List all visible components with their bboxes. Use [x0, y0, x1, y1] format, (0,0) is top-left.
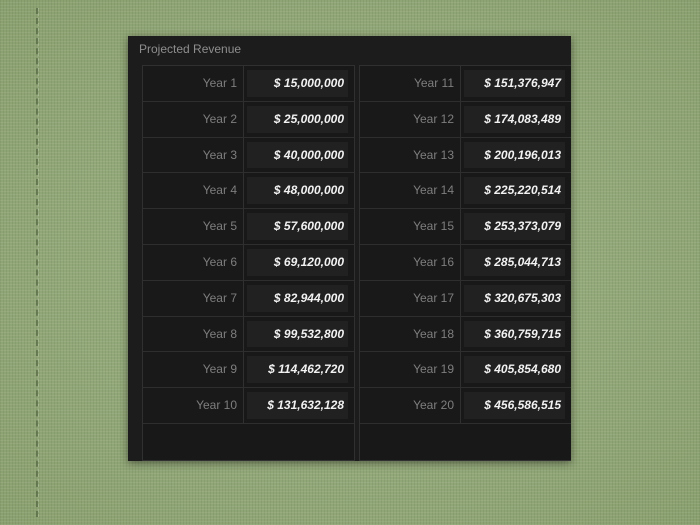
revenue-value-field[interactable]: $ 99,532,800 [247, 320, 348, 348]
year-label: Year 2 [143, 101, 244, 137]
year-label: Year 16 [360, 245, 461, 280]
table-row: Year 12 $ 174,083,489 [360, 101, 571, 138]
table-row: Year 11 $ 151,376,947 [360, 66, 571, 102]
table-row: Year 15 $ 253,373,079 [360, 209, 571, 245]
table-row: Year 3 $ 40,000,000 [143, 137, 354, 174]
year-label: Year 18 [360, 316, 461, 352]
panel-title: Projected Revenue [139, 42, 242, 56]
revenue-value-field[interactable]: $ 48,000,000 [247, 177, 348, 205]
revenue-value-field[interactable]: $ 360,759,715 [464, 320, 565, 348]
table-row: Year 13 $ 200,196,013 [360, 137, 571, 174]
table-row: Year 16 $ 285,044,713 [360, 245, 571, 281]
revenue-value-field[interactable]: $ 15,000,000 [247, 70, 348, 97]
year-label: Year 19 [360, 352, 461, 388]
table-row: Year 20 $ 456,586,515 [360, 388, 571, 424]
revenue-table-years-11-20: Year 11 $ 151,376,947 Year 12 $ 174,083,489… [359, 65, 571, 461]
table-row: Year 6 $ 69,120,000 [143, 245, 354, 281]
revenue-value-field[interactable]: $ 82,944,000 [247, 284, 348, 312]
revenue-value-field[interactable]: $ 57,600,000 [247, 213, 348, 240]
table-row: Year 9 $ 114,462,720 [143, 352, 354, 389]
revenue-value-field[interactable]: $ 131,632,128 [247, 392, 348, 419]
projected-revenue-panel: Projected Revenue Year 1 $ 15,000,000 Year… [128, 36, 571, 461]
year-label: Year 17 [360, 280, 461, 316]
table-row: Year 19 $ 405,854,680 [360, 352, 571, 389]
year-label: Year 10 [143, 388, 244, 423]
table-row: Year 4 $ 48,000,000 [143, 173, 354, 210]
revenue-value-field[interactable]: $ 456,586,515 [464, 392, 565, 419]
year-label: Year 7 [143, 280, 244, 316]
revenue-value-field[interactable]: $ 151,376,947 [464, 70, 565, 97]
revenue-value-field[interactable]: $ 114,462,720 [247, 356, 348, 384]
revenue-value-field[interactable]: $ 40,000,000 [247, 141, 348, 169]
revenue-value-field[interactable]: $ 320,675,303 [464, 284, 565, 312]
year-label: Year 9 [143, 352, 244, 388]
year-label: Year 20 [360, 388, 461, 423]
year-label: Year 8 [143, 316, 244, 352]
year-label: Year 14 [360, 173, 461, 209]
table-row: Year 17 $ 320,675,303 [360, 280, 571, 317]
year-label: Year 6 [143, 245, 244, 280]
revenue-value-field[interactable]: $ 174,083,489 [464, 105, 565, 133]
revenue-value-field[interactable]: $ 69,120,000 [247, 249, 348, 276]
table-row: Year 7 $ 82,944,000 [143, 280, 354, 317]
table-row: Year 2 $ 25,000,000 [143, 101, 354, 138]
revenue-value-field[interactable]: $ 405,854,680 [464, 356, 565, 384]
year-label: Year 11 [360, 66, 461, 101]
year-label: Year 15 [360, 209, 461, 244]
table-row: Year 14 $ 225,220,514 [360, 173, 571, 210]
stitch-highlight [38, 8, 39, 517]
table-row: Year 5 $ 57,600,000 [143, 209, 354, 245]
year-label: Year 4 [143, 173, 244, 209]
year-label: Year 13 [360, 137, 461, 173]
revenue-tables: Year 1 $ 15,000,000 Year 2 $ 25,000,000 Year… [142, 65, 571, 461]
year-label: Year 5 [143, 209, 244, 244]
year-label: Year 1 [143, 66, 244, 101]
table-row: Year 1 $ 15,000,000 [143, 66, 354, 102]
revenue-value-field[interactable]: $ 200,196,013 [464, 141, 565, 169]
revenue-value-field[interactable]: $ 285,044,713 [464, 249, 565, 276]
revenue-table-years-1-10: Year 1 $ 15,000,000 Year 2 $ 25,000,000 Year… [142, 65, 355, 461]
revenue-value-field[interactable]: $ 253,373,079 [464, 213, 565, 240]
table-row: Year 10 $ 131,632,128 [143, 388, 354, 424]
table-row: Year 18 $ 360,759,715 [360, 316, 571, 353]
revenue-value-field[interactable]: $ 225,220,514 [464, 177, 565, 205]
year-label: Year 12 [360, 101, 461, 137]
table-row: Year 8 $ 99,532,800 [143, 316, 354, 353]
revenue-value-field[interactable]: $ 25,000,000 [247, 105, 348, 133]
year-label: Year 3 [143, 137, 244, 173]
